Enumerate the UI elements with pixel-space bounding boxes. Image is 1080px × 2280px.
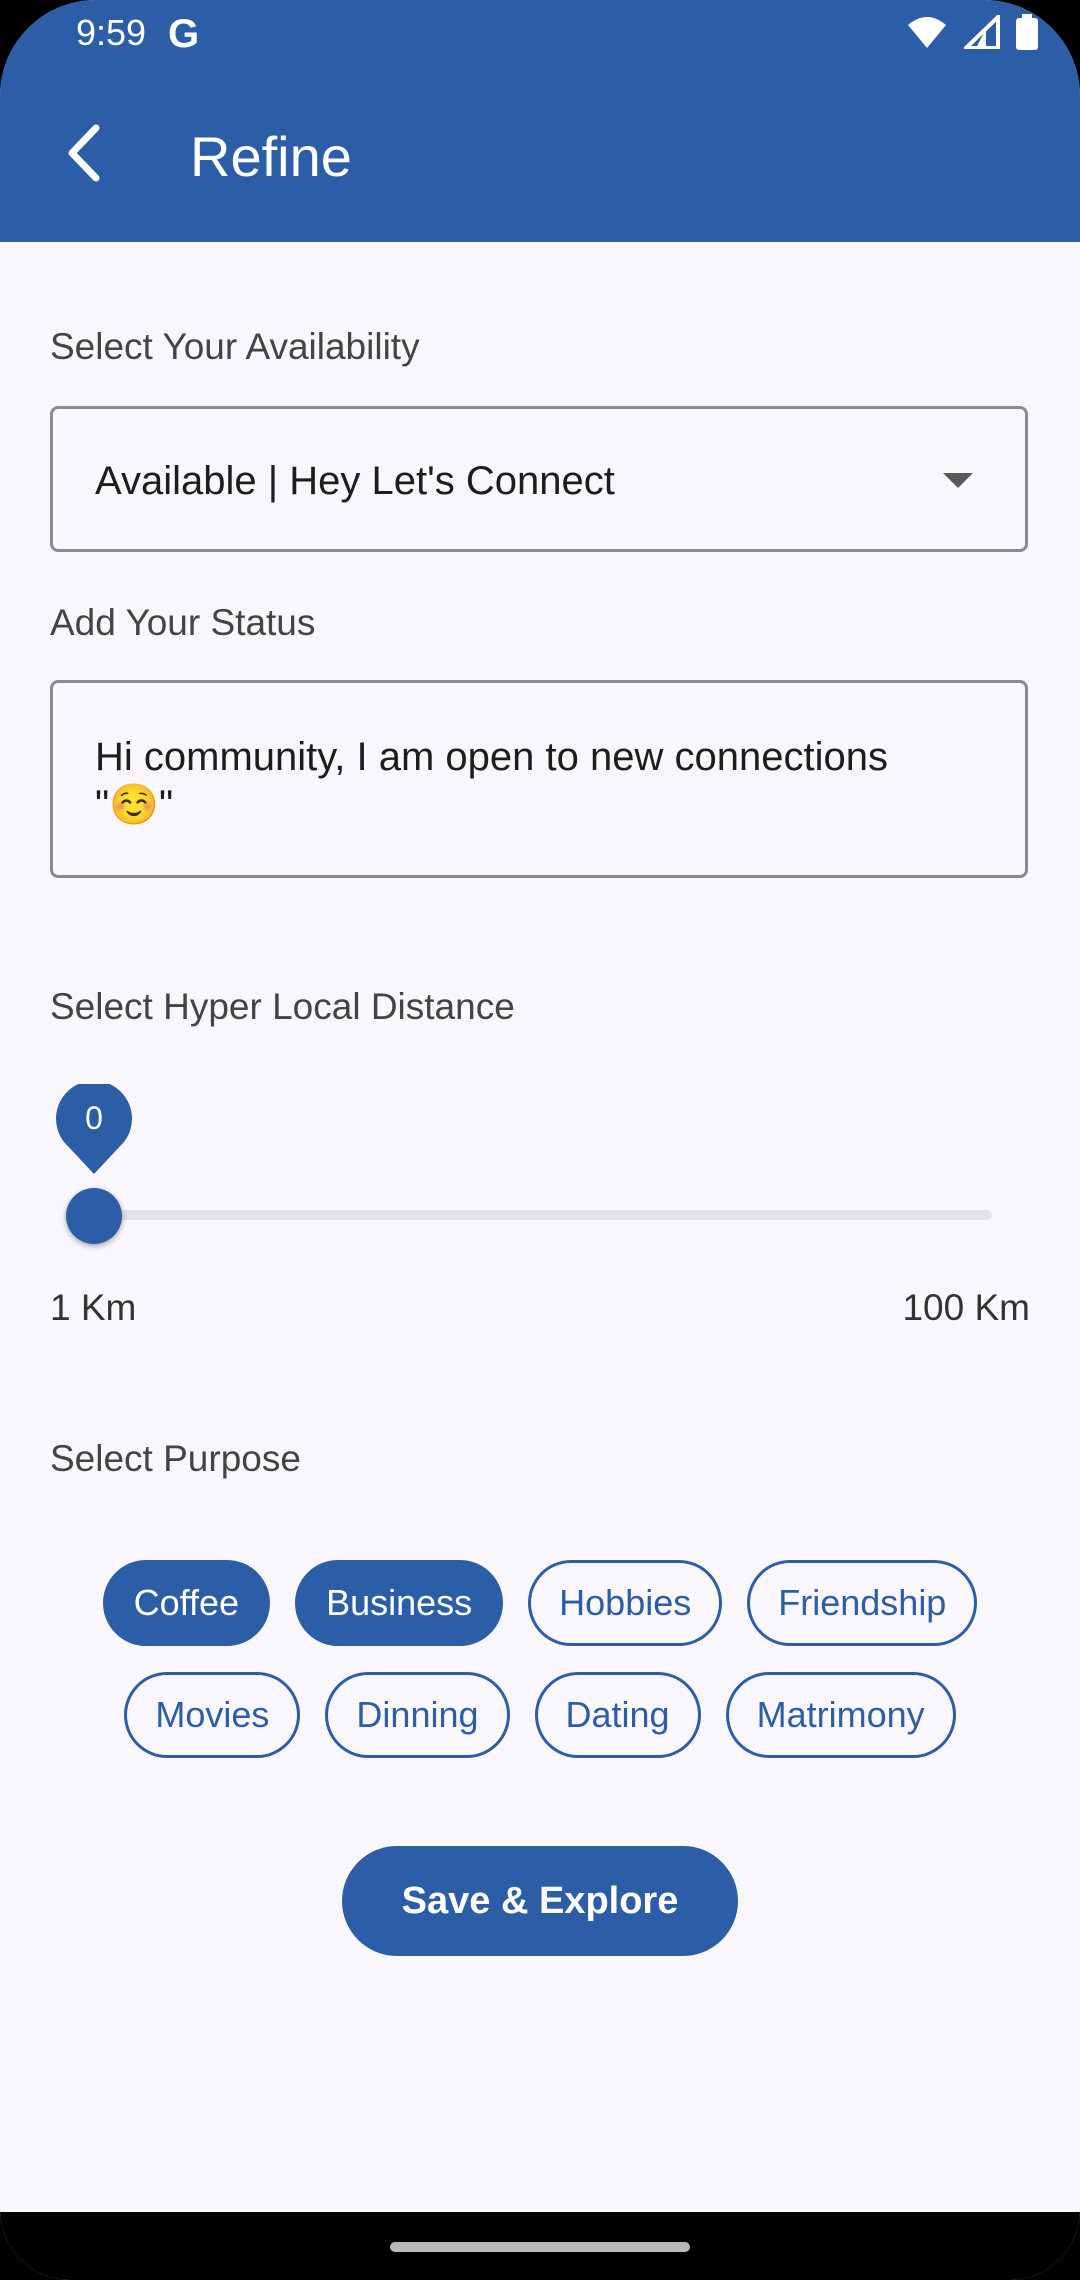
home-gesture-handle[interactable] — [390, 2242, 690, 2252]
signal-icon — [964, 15, 1000, 49]
purpose-chip-row-2: Movies Dinning Dating Matrimony — [0, 1672, 1080, 1758]
screen: 9:59 G Refine Select Your Availability A… — [0, 0, 1080, 2280]
save-explore-button[interactable]: Save & Explore — [342, 1846, 738, 1956]
google-g-icon: G — [168, 12, 200, 56]
distance-slider-track[interactable] — [94, 1210, 992, 1220]
chip-dinning[interactable]: Dinning — [325, 1672, 510, 1758]
page-title: Refine — [190, 125, 352, 188]
chip-friendship[interactable]: Friendship — [747, 1560, 978, 1646]
chip-coffee[interactable]: Coffee — [102, 1560, 271, 1646]
distance-max-label: 100 Km — [902, 1287, 1030, 1328]
wifi-icon — [908, 17, 946, 48]
chip-matrimony[interactable]: Matrimony — [725, 1672, 956, 1758]
battery-icon — [1016, 14, 1038, 50]
availability-value: Available | Hey Let's Connect — [95, 459, 615, 503]
status-icons — [906, 14, 1038, 50]
slider-value: 0 — [85, 1100, 103, 1136]
availability-label: Select Your Availability — [50, 326, 420, 367]
distance-label: Select Hyper Local Distance — [50, 986, 515, 1027]
distance-slider-thumb[interactable] — [66, 1188, 122, 1244]
chip-dating[interactable]: Dating — [534, 1672, 701, 1758]
chip-business[interactable]: Business — [295, 1560, 504, 1646]
status-text: Hi community, I am open to new connectio… — [95, 735, 888, 827]
app-bar: 9:59 G Refine — [0, 0, 1080, 242]
status-time: 9:59 — [76, 12, 147, 53]
status-label: Add Your Status — [50, 602, 316, 643]
status-input[interactable]: Hi community, I am open to new connectio… — [50, 680, 1028, 878]
dropdown-arrow-icon — [943, 473, 973, 488]
chip-movies[interactable]: Movies — [124, 1672, 301, 1758]
back-arrow-icon[interactable] — [58, 118, 114, 188]
availability-dropdown[interactable]: Available | Hey Let's Connect — [50, 406, 1028, 552]
purpose-label: Select Purpose — [50, 1438, 301, 1479]
chip-hobbies[interactable]: Hobbies — [528, 1560, 723, 1646]
distance-min-label: 1 Km — [50, 1287, 137, 1328]
purpose-chip-row-1: Coffee Business Hobbies Friendship — [0, 1560, 1080, 1646]
